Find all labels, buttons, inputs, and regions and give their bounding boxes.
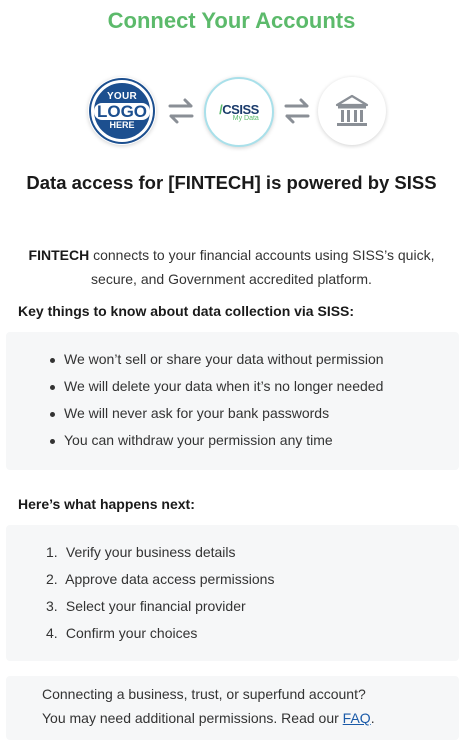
fintech-name: FINTECH bbox=[28, 247, 90, 263]
permissions-notice: Connecting a business, trust, or superfu… bbox=[6, 676, 459, 740]
bank-logo-badge bbox=[318, 77, 386, 145]
connect-accounts-page: Connect Your Accounts YOUR LOGO HERE /CS… bbox=[0, 0, 463, 745]
siss-logo-badge: /CSISS My Data bbox=[204, 77, 274, 147]
logo-line-2: LOGO bbox=[93, 103, 151, 120]
step-number: 1. bbox=[46, 544, 58, 560]
logo-line-1: YOUR bbox=[106, 91, 138, 102]
notice-line-2: You may need additional permissions. Rea… bbox=[42, 710, 343, 726]
your-logo-badge: YOUR LOGO HERE bbox=[88, 77, 156, 145]
step-number: 4. bbox=[46, 625, 58, 641]
step-text: Select your financial provider bbox=[65, 598, 246, 614]
notice-text: Connecting a business, trust, or superfu… bbox=[42, 682, 442, 730]
list-item: 1. Verify your business details bbox=[46, 539, 274, 566]
bank-icon bbox=[335, 94, 369, 126]
next-steps-list: 1. Verify your business details 2. Appro… bbox=[46, 539, 274, 647]
notice-period: . bbox=[370, 710, 375, 726]
list-item: We won’t sell or share your data without… bbox=[46, 346, 384, 373]
list-item: 3. Select your financial provider bbox=[46, 593, 274, 620]
key-things-title: Key things to know about data collection… bbox=[18, 303, 355, 319]
logo-line-3: HERE bbox=[109, 120, 135, 130]
step-text: Approve data access permissions bbox=[65, 571, 275, 587]
list-item: 4. Confirm your choices bbox=[46, 620, 274, 647]
next-steps-title: Here’s what happens next: bbox=[18, 496, 195, 512]
step-text: Confirm your choices bbox=[65, 625, 198, 641]
key-things-box: We won’t sell or share your data without… bbox=[6, 332, 459, 470]
step-number: 3. bbox=[46, 598, 58, 614]
faq-link[interactable]: FAQ bbox=[343, 710, 371, 726]
connection-logos: YOUR LOGO HERE /CSISS My Data bbox=[0, 75, 463, 151]
intro-description: connects to your financial accounts usin… bbox=[89, 247, 435, 287]
step-text: Verify your business details bbox=[65, 544, 236, 560]
list-item: 2. Approve data access permissions bbox=[46, 566, 274, 593]
step-number: 2. bbox=[46, 571, 58, 587]
next-steps-box: 1. Verify your business details 2. Appro… bbox=[6, 525, 459, 661]
list-item: We will never ask for your bank password… bbox=[46, 400, 384, 427]
key-things-list: We won’t sell or share your data without… bbox=[46, 346, 384, 454]
notice-line-1: Connecting a business, trust, or superfu… bbox=[42, 686, 366, 702]
list-item: You can withdraw your permission any tim… bbox=[46, 427, 384, 454]
powered-by-heading: Data access for [FINTECH] is powered by … bbox=[26, 172, 437, 193]
exchange-arrows-icon bbox=[284, 98, 310, 124]
page-title: Connect Your Accounts bbox=[107, 8, 356, 33]
intro-text: FINTECH connects to your financial accou… bbox=[18, 243, 445, 291]
list-item: We will delete your data when it’s no lo… bbox=[46, 373, 384, 400]
exchange-arrows-icon bbox=[168, 98, 194, 124]
